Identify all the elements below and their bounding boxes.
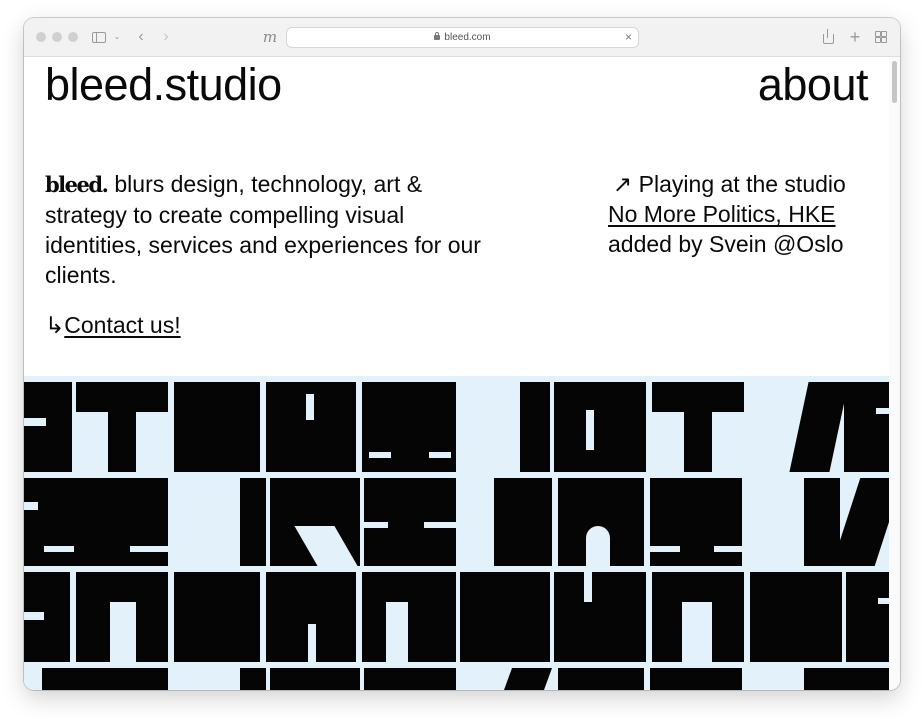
contact-cta: ↳Contact us! [45, 310, 181, 340]
wordmark-logo: bleed. [45, 172, 109, 197]
glyph-cutout [24, 612, 44, 620]
chevron-right-icon[interactable]: › [159, 27, 173, 47]
glyph-block [240, 668, 266, 690]
glyph-cutout [424, 522, 456, 528]
glyph-block [831, 478, 889, 566]
glyph-block [650, 668, 742, 690]
glyph-block [364, 668, 456, 690]
glyph-cutout [44, 546, 74, 552]
glyph-cutout [306, 394, 314, 420]
glyph-block [174, 382, 260, 472]
glyph-block [554, 382, 646, 472]
glyph-block [684, 412, 712, 472]
glyph-cutout [130, 546, 168, 552]
scrollbar[interactable] [889, 57, 900, 690]
glyph-cutout [24, 418, 46, 426]
glyph-block [652, 382, 744, 412]
address-bar[interactable]: bleed.com × [286, 27, 639, 48]
about-link[interactable]: about [758, 61, 869, 109]
web-page: bleed.studio about bleed. blurs design, t… [24, 57, 889, 690]
glyph-block [76, 382, 168, 412]
glyph-block [270, 668, 360, 690]
share-icon[interactable] [821, 27, 835, 47]
zoom-window-button[interactable] [68, 32, 78, 42]
glyph-cutout [24, 502, 38, 510]
site-title[interactable]: bleed.studio [45, 61, 282, 109]
glyph-block [554, 572, 646, 662]
glyph-cutout [386, 602, 408, 662]
glyph-block [174, 572, 260, 662]
glyph-block [750, 572, 842, 662]
track-link[interactable]: No More Politics, HKE [608, 201, 836, 227]
glyph-cutout [364, 522, 388, 528]
glyph-block [712, 602, 744, 662]
arrow-up-right-icon: ↗ [613, 171, 633, 197]
glyph-block [558, 668, 644, 690]
type-pattern-banner [24, 376, 889, 690]
now-playing-label: Playing at the studio [638, 171, 846, 197]
glyph-block [652, 602, 682, 662]
glyph-block [503, 668, 553, 690]
glyph-block [108, 412, 136, 472]
glyph-block [24, 382, 72, 472]
lock-icon [434, 32, 441, 40]
glyph-block [362, 572, 456, 662]
glyph-block [844, 382, 889, 472]
window-controls [36, 32, 78, 42]
grid-icon[interactable] [874, 27, 888, 47]
close-window-button[interactable] [36, 32, 46, 42]
glyph-block [494, 478, 552, 566]
glyph-block [804, 668, 889, 690]
extension-icon[interactable]: m [260, 27, 280, 47]
chevron-down-icon[interactable]: ⌄ [113, 27, 121, 47]
minimize-window-button[interactable] [52, 32, 62, 42]
glyph-cutout [714, 546, 742, 552]
browser-toolbar: ⌄ ‹ › m bleed.com × + [24, 18, 900, 57]
return-arrow-icon: ↳ [45, 312, 65, 338]
glyph-block [362, 382, 456, 472]
glyph-block [652, 572, 744, 602]
glyph-block [846, 572, 889, 662]
browser-window: ⌄ ‹ › m bleed.com × + bleed.studio about… [24, 18, 900, 690]
glyph-block [460, 572, 550, 662]
glyph-block [24, 478, 168, 566]
contact-link[interactable]: Contact us! [64, 312, 180, 338]
now-playing: ↗ Playing at the studio No More Politics… [608, 169, 878, 259]
glyph-cutout [369, 452, 391, 458]
url-text: bleed.com [444, 32, 491, 43]
glyph-cutout [586, 526, 610, 566]
glyph-block [136, 602, 168, 662]
glyph-cutout [308, 624, 316, 662]
glyph-cutout [876, 408, 889, 414]
glyph-cutout [650, 546, 680, 552]
glyph-block [240, 478, 266, 566]
intro-text: bleed. blurs design, technology, art & st… [45, 169, 505, 290]
glyph-block [520, 382, 550, 472]
glyph-block [804, 478, 840, 566]
glyph-block [789, 382, 849, 472]
chevron-left-icon[interactable]: ‹ [134, 27, 148, 47]
glyph-cutout [584, 572, 592, 602]
plus-icon[interactable]: + [848, 27, 862, 47]
close-icon[interactable]: × [625, 28, 632, 46]
glyph-cutout [586, 410, 594, 450]
glyph-block [42, 668, 168, 690]
glyph-block [76, 572, 168, 602]
intro-body: blurs design, technology, art & strategy… [45, 171, 481, 288]
glyph-block [650, 478, 742, 566]
added-by-text: added by Svein @Oslo [608, 231, 844, 257]
glyph-cutout [878, 598, 889, 604]
glyph-block [76, 602, 110, 662]
sidebar-icon[interactable] [91, 27, 107, 47]
scrollbar-thumb[interactable] [892, 61, 897, 103]
glyph-cutout [429, 452, 451, 458]
